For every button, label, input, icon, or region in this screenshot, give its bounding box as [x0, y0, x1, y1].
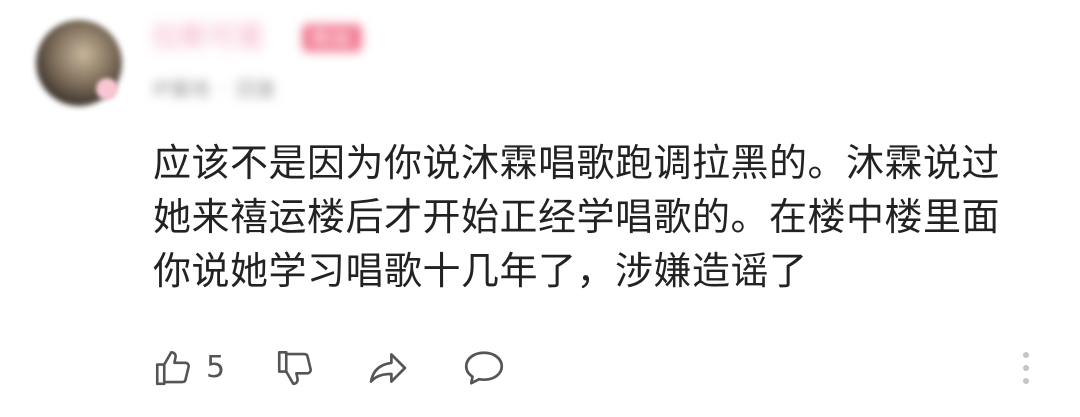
- more-dot: [1023, 352, 1029, 358]
- avatar-badge: [96, 78, 118, 100]
- comment-card: 拉斯可是 粉丝 IP属地 · 回复 应该不是因为你说沐霖唱歌跑调拉黑的。沐霖说过 她…: [0, 0, 1080, 417]
- reply-link[interactable]: 回复: [236, 77, 276, 101]
- like-count: 5: [206, 350, 226, 385]
- comment-meta: IP属地 · 回复: [152, 76, 276, 102]
- comment-text-line: 你说她学习唱歌十几年了，涉嫌造谣了: [153, 249, 808, 293]
- share-button[interactable]: [366, 346, 410, 390]
- like-button[interactable]: 5: [152, 346, 225, 390]
- meta-separator: ·: [219, 77, 227, 101]
- more-dot: [1023, 365, 1029, 371]
- ip-location: IP属地: [152, 77, 210, 101]
- more-vertical-icon[interactable]: [1015, 348, 1039, 388]
- dislike-button[interactable]: [274, 346, 316, 390]
- user-tag-badge: 粉丝: [302, 24, 362, 52]
- comment-text-line: 她来禧运楼后才开始正经学唱歌的。在楼中楼里面: [153, 195, 1001, 239]
- comment-text-line: 应该不是因为你说沐霖唱歌跑调拉黑的。沐霖说过: [153, 141, 1001, 185]
- thumbs-down-icon: [274, 347, 316, 389]
- comment-icon: [462, 347, 506, 389]
- more-dot: [1023, 378, 1029, 384]
- thumbs-up-icon: [152, 347, 194, 389]
- comment-text: 应该不是因为你说沐霖唱歌跑调拉黑的。沐霖说过 她来禧运楼后才开始正经学唱歌的。在…: [153, 136, 1023, 298]
- comment-button[interactable]: [462, 346, 506, 390]
- share-icon: [366, 347, 410, 389]
- username[interactable]: 拉斯可是: [152, 20, 264, 54]
